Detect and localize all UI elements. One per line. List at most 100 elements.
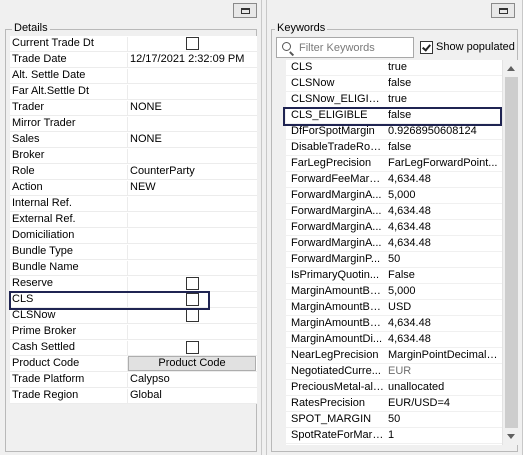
details-row[interactable]: Action NEW bbox=[10, 180, 257, 196]
keyword-row[interactable]: ForwardMarginA... 4,634.48 bbox=[286, 220, 502, 236]
keyword-row[interactable]: ForwardFeeMarg... 4,634.48 bbox=[286, 172, 502, 188]
keyword-row[interactable]: RatesPrecision EUR/USD=4 bbox=[286, 396, 502, 412]
keyword-value[interactable]: USD bbox=[388, 301, 501, 313]
keyword-value[interactable]: true bbox=[388, 61, 501, 73]
details-row-checkbox[interactable] bbox=[186, 309, 199, 322]
keyword-value[interactable]: false bbox=[388, 141, 501, 153]
details-row-value[interactable] bbox=[127, 261, 255, 276]
keyword-value[interactable]: 5,000 bbox=[388, 285, 501, 297]
details-row[interactable]: Trade Region Global bbox=[10, 388, 257, 404]
keyword-row[interactable]: CLSNow false bbox=[286, 76, 502, 92]
details-row-value[interactable]: Global bbox=[127, 389, 255, 404]
keywords-panel-toggle-button[interactable] bbox=[491, 3, 515, 18]
keyword-row[interactable]: NearLegPrecision MarginPointDecimals... bbox=[286, 348, 502, 364]
details-panel-toggle-button[interactable] bbox=[233, 3, 257, 18]
details-row[interactable]: Alt. Settle Date bbox=[10, 68, 257, 84]
filter-keywords-input[interactable] bbox=[299, 40, 411, 55]
details-row-value[interactable]: Calypso bbox=[127, 373, 255, 388]
keyword-value[interactable]: 4,634.48 bbox=[388, 173, 501, 185]
keyword-value[interactable]: FarLegForwardPoint... bbox=[388, 157, 501, 169]
keyword-value[interactable]: 50 bbox=[388, 253, 501, 265]
keyword-value[interactable]: 4,634.48 bbox=[388, 205, 501, 217]
keyword-value[interactable]: 4,634.48 bbox=[388, 237, 501, 249]
details-row-value[interactable]: NONE bbox=[127, 101, 255, 116]
details-row-value[interactable]: NONE bbox=[127, 133, 255, 148]
keyword-row[interactable]: ForwardMarginA... 4,634.48 bbox=[286, 204, 502, 220]
keyword-row[interactable]: CLSNow_ELIGIBLE true bbox=[286, 92, 502, 108]
keyword-row[interactable]: ForwardMarginA... 4,634.48 bbox=[286, 236, 502, 252]
details-row-checkbox[interactable] bbox=[186, 293, 199, 306]
keyword-value[interactable]: 4,634.48 bbox=[388, 221, 501, 233]
keyword-row[interactable]: ForwardMarginP... 50 bbox=[286, 252, 502, 268]
keyword-row[interactable]: MarginAmountBa... USD bbox=[286, 300, 502, 316]
details-row[interactable]: Reserve bbox=[10, 276, 257, 292]
details-row-value[interactable] bbox=[127, 117, 255, 132]
product-code-button[interactable]: Product Code bbox=[128, 356, 256, 371]
scrollbar-thumb[interactable] bbox=[505, 77, 518, 428]
filter-keywords-input-box[interactable] bbox=[276, 37, 414, 58]
details-row[interactable]: Bundle Name bbox=[10, 260, 257, 276]
keyword-value[interactable]: 50 bbox=[388, 413, 501, 425]
details-row-checkbox[interactable] bbox=[186, 37, 199, 50]
details-row-value[interactable] bbox=[127, 197, 255, 212]
details-row-value[interactable]: NEW bbox=[127, 181, 255, 196]
keyword-row[interactable]: MarginAmountDi... 4,634.48 bbox=[286, 332, 502, 348]
scroll-down-arrow-icon[interactable] bbox=[507, 434, 515, 439]
details-row[interactable]: Cash Settled bbox=[10, 340, 257, 356]
keyword-value[interactable]: EUR/USD=4 bbox=[388, 397, 501, 409]
details-row[interactable]: Trade Platform Calypso bbox=[10, 372, 257, 388]
details-row[interactable]: Trader NONE bbox=[10, 100, 257, 116]
keyword-row[interactable]: ForwardMarginA... 5,000 bbox=[286, 188, 502, 204]
keyword-value[interactable]: MarginPointDecimals... bbox=[388, 349, 501, 361]
details-row[interactable]: Domiciliation bbox=[10, 228, 257, 244]
keyword-value[interactable]: 0.9268950608124 bbox=[388, 125, 501, 137]
keyword-row[interactable]: CLS_ELIGIBLE false bbox=[286, 108, 502, 124]
details-row-value[interactable]: 12/17/2021 2:32:09 PM bbox=[127, 53, 255, 68]
details-row[interactable]: Broker bbox=[10, 148, 257, 164]
keyword-value[interactable]: 5,000 bbox=[388, 189, 501, 201]
details-row-value[interactable] bbox=[127, 229, 255, 244]
scroll-up-arrow-icon[interactable] bbox=[507, 66, 515, 71]
details-row-value[interactable] bbox=[127, 149, 255, 164]
details-row[interactable]: Prime Broker bbox=[10, 324, 257, 340]
keyword-row[interactable]: SpotRateForMargin 1 bbox=[286, 428, 502, 444]
details-row[interactable]: Bundle Type bbox=[10, 244, 257, 260]
keyword-row[interactable]: MarginAmountBo... 4,634.48 bbox=[286, 316, 502, 332]
details-row-value[interactable] bbox=[127, 245, 255, 260]
keyword-value[interactable]: false bbox=[388, 77, 501, 89]
details-row[interactable]: CLSNow bbox=[10, 308, 257, 324]
keyword-value[interactable]: 4,634.48 bbox=[388, 317, 501, 329]
keyword-row[interactable]: DisableTradeRou... false bbox=[286, 140, 502, 156]
details-row[interactable]: Product Code Product Code bbox=[10, 356, 257, 372]
details-row-value[interactable] bbox=[127, 85, 255, 100]
details-row[interactable]: CLS bbox=[10, 292, 257, 308]
keywords-scrollbar[interactable] bbox=[502, 60, 519, 445]
details-row-value[interactable] bbox=[127, 325, 255, 340]
keyword-row[interactable]: PreciousMetal-all... unallocated bbox=[286, 380, 502, 396]
details-row[interactable]: Mirror Trader bbox=[10, 116, 257, 132]
details-row-checkbox[interactable] bbox=[186, 277, 199, 290]
details-row[interactable]: Internal Ref. bbox=[10, 196, 257, 212]
keyword-value[interactable]: unallocated bbox=[388, 381, 501, 393]
keyword-value[interactable]: 1 bbox=[388, 429, 501, 441]
details-row-value[interactable]: CounterParty bbox=[127, 165, 255, 180]
details-row-checkbox[interactable] bbox=[186, 341, 199, 354]
keyword-row[interactable]: CLS true bbox=[286, 60, 502, 76]
details-row[interactable]: Current Trade Dt bbox=[10, 36, 257, 52]
keyword-row[interactable]: SpotRiskFromMai...false bbox=[286, 444, 502, 445]
details-row[interactable]: Sales NONE bbox=[10, 132, 257, 148]
keyword-value[interactable]: false bbox=[388, 109, 501, 121]
keyword-value[interactable]: 4,634.48 bbox=[388, 333, 501, 345]
show-populated-checkbox[interactable] bbox=[420, 41, 433, 54]
keyword-row[interactable]: IsPrimaryQuotin... False bbox=[286, 268, 502, 284]
keyword-row[interactable]: MarginAmountBasis 5,000 bbox=[286, 284, 502, 300]
keyword-row[interactable]: NegotiatedCurre... EUR bbox=[286, 364, 502, 380]
keyword-row[interactable]: DfForSpotMargin 0.9268950608124 bbox=[286, 124, 502, 140]
keyword-value[interactable]: False bbox=[388, 269, 501, 281]
keyword-row[interactable]: SPOT_MARGIN 50 bbox=[286, 412, 502, 428]
keyword-row[interactable]: FarLegPrecision FarLegForwardPoint... bbox=[286, 156, 502, 172]
details-row[interactable]: Trade Date 12/17/2021 2:32:09 PM bbox=[10, 52, 257, 68]
details-row[interactable]: Far Alt.Settle Dt bbox=[10, 84, 257, 100]
details-row[interactable]: Role CounterParty bbox=[10, 164, 257, 180]
details-row-value[interactable] bbox=[127, 69, 255, 84]
